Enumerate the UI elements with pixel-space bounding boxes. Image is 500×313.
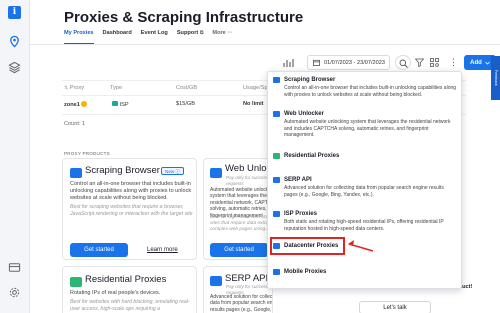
tab-dashboard[interactable]: Dashboard — [103, 30, 132, 44]
card-description: Advanced solution for collecting data fr… — [210, 294, 273, 313]
row-count: Count: 1 — [64, 121, 86, 127]
info-icon[interactable]: i — [8, 6, 21, 19]
get-started-button[interactable]: Get started — [210, 243, 268, 257]
get-started-button[interactable]: Get started — [70, 243, 128, 257]
tab-support-label: Support — [176, 30, 199, 36]
cell-cost: $15/GB — [176, 101, 195, 107]
menu-item-scraping-browser[interactable]: Scraping Browser Control an all-in-one b… — [268, 76, 463, 98]
card-best-for: Best for high-scale web scraping of site… — [210, 215, 272, 232]
settings-gear-icon[interactable] — [8, 286, 21, 299]
learn-more-link[interactable]: Learn more — [147, 247, 178, 253]
menu-item-description: Both static and rotating high-speed resi… — [284, 219, 444, 232]
isp-type-icon — [112, 101, 118, 106]
date-range-value: 01/07/2023 - 23/07/2023 — [324, 59, 385, 66]
web-unlocker-icon — [273, 111, 280, 117]
card-title: Residential Proxies — [85, 274, 167, 285]
new-badge-label: New — [165, 169, 175, 174]
cell-proxy-name-label: zone1 — [64, 102, 80, 108]
menu-item-web-unlocker[interactable]: Web Unlocker Automated website unlocking… — [268, 110, 463, 139]
filter-icon — [415, 58, 424, 67]
tab-more-label: More — [212, 30, 226, 36]
location-pin-icon[interactable] — [8, 35, 21, 48]
col-header-proxy-label: Proxy — [69, 85, 85, 91]
col-header-proxy[interactable]: ⇅ Proxy — [64, 85, 84, 91]
tab-my-proxies[interactable]: My Proxies — [64, 30, 94, 44]
tab-support[interactable]: Support ⧉ — [177, 30, 204, 44]
menu-item-serp-api[interactable]: SERP API Advanced solution for collectin… — [268, 176, 463, 198]
card-residential-proxies: Residential Proxies Rotating IPs of real… — [62, 266, 197, 313]
tab-more[interactable]: More ··· — [212, 30, 232, 44]
kebab-menu-icon[interactable]: ⋮ — [449, 57, 458, 68]
chevron-down-icon — [484, 61, 490, 65]
card-description: Control an all-in-one browser that inclu… — [70, 181, 192, 201]
menu-item-residential-proxies[interactable]: Residential Proxies — [268, 152, 463, 160]
tab-event-log[interactable]: Event Log — [141, 30, 168, 44]
menu-item-description: Advanced solution for collecting data fr… — [284, 185, 444, 198]
serp-api-icon — [210, 276, 222, 286]
feedback-side-tab[interactable]: Feedback — [491, 56, 500, 100]
pay-for-success-note: Pay only for success requests — [226, 175, 269, 186]
card-web-unlocker: Web Unlock Pay only for success requests… — [203, 158, 273, 260]
cell-usage: No limit — [243, 101, 264, 107]
card-scraping-browser: Scraping Browser New ⓘ Control an all-in… — [62, 158, 197, 260]
menu-item-description: Automated website unlocking system that … — [284, 119, 451, 139]
header-divider — [30, 44, 500, 45]
menu-item-title: Scraping Browser — [284, 77, 336, 83]
menu-item-isp-proxies[interactable]: ISP Proxies Both static and rotating hig… — [268, 210, 463, 232]
search-button[interactable] — [395, 55, 411, 70]
cell-proxy-name[interactable]: zone1 — [64, 101, 88, 108]
new-badge: New ⓘ — [161, 167, 185, 175]
card-description: Rotating IPs of real people's devices. — [70, 290, 161, 296]
web-unlocker-icon — [210, 168, 222, 178]
card-best-for: Best for websites with hard blocking, em… — [70, 299, 190, 312]
sort-icon: ⇅ — [64, 85, 69, 91]
filter-button[interactable] — [413, 55, 427, 70]
search-icon — [399, 59, 408, 68]
more-dots-icon: ··· — [227, 30, 233, 36]
date-range-picker[interactable]: 01/07/2023 - 23/07/2023 — [307, 55, 390, 70]
warning-badge-icon — [81, 101, 88, 107]
card-title: Scraping Browser — [85, 165, 160, 176]
menu-item-mobile-proxies[interactable]: Mobile Proxies — [268, 268, 463, 276]
isp-proxies-icon — [273, 211, 280, 217]
add-button-label: Add — [470, 59, 482, 66]
cell-type-label: ISP — [119, 102, 129, 108]
mobile-proxies-icon — [273, 269, 280, 275]
menu-item-description: Control an all-in-one browser that inclu… — [284, 85, 457, 98]
menu-item-title: Web Unlocker — [284, 111, 324, 117]
grid-settings-icon — [430, 58, 439, 67]
menu-item-title: Residential Proxies — [284, 153, 340, 159]
highlight-box — [270, 237, 345, 255]
left-rail: i — [0, 0, 30, 313]
serp-api-icon — [273, 177, 280, 183]
nav-tabs: My Proxies Dashboard Event Log Support ⧉… — [64, 30, 232, 44]
cell-type: ISP — [112, 101, 129, 108]
layers-icon[interactable] — [8, 61, 21, 74]
add-product-menu: Scraping Browser Control an all-in-one b… — [267, 71, 462, 289]
section-label-proxy-products: PROXY PRODUCTS — [64, 151, 110, 156]
scraping-browser-icon — [273, 77, 280, 83]
card-best-for: Best for scraping websites that require … — [70, 204, 193, 217]
menu-item-title: Mobile Proxies — [284, 269, 327, 275]
card-title: SERP API — [225, 273, 269, 284]
card-serp-api: SERP API Pay only for success requests A… — [203, 266, 273, 313]
menu-item-title: SERP API — [284, 177, 312, 183]
page-title: Proxies & Scraping Infrastructure — [64, 9, 304, 26]
col-header-type[interactable]: Type — [110, 85, 122, 91]
external-link-icon: ⧉ — [199, 30, 204, 36]
residential-icon — [70, 277, 82, 287]
scraping-browser-icon — [70, 168, 82, 178]
columns-button[interactable] — [428, 55, 442, 70]
col-header-cost[interactable]: Cost/GB — [176, 85, 197, 91]
red-arrow-icon — [348, 240, 374, 252]
calendar-icon — [313, 59, 320, 66]
card-title: Web Unlock — [225, 163, 273, 174]
lets-talk-button[interactable]: Let's talk — [359, 301, 431, 313]
chart-icon[interactable] — [283, 58, 294, 68]
info-icon: ⓘ — [175, 169, 181, 174]
menu-item-title: ISP Proxies — [284, 211, 317, 217]
billing-card-icon[interactable] — [8, 261, 21, 274]
residential-icon — [273, 153, 280, 159]
